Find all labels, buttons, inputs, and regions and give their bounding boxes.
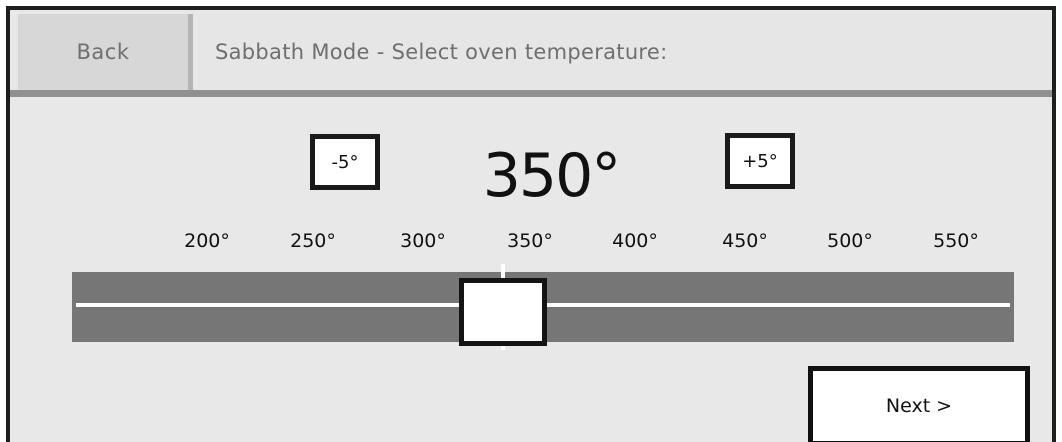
tick-label: 300°	[400, 230, 446, 252]
header-bar: Back Sabbath Mode - Select oven temperat…	[18, 14, 1052, 90]
slider-thumb[interactable]	[459, 278, 547, 346]
next-button[interactable]: Next >	[808, 366, 1030, 442]
tick-label: 500°	[827, 230, 873, 252]
tick-label: 450°	[722, 230, 768, 252]
tick-label: 550°	[933, 230, 979, 252]
temperature-slider[interactable]	[72, 264, 1014, 350]
back-button[interactable]: Back	[18, 14, 193, 90]
temperature-scale: 200° 250° 300° 350° 400° 450° 500° 550°	[10, 230, 1052, 260]
tick-label: 250°	[290, 230, 336, 252]
tick-label: 350°	[507, 230, 553, 252]
temperature-display: 350°	[482, 141, 622, 211]
increase-5-button[interactable]: +5°	[725, 133, 795, 189]
page-title: Sabbath Mode - Select oven temperature:	[215, 40, 668, 64]
tick-label: 400°	[612, 230, 658, 252]
header-divider	[10, 90, 1052, 97]
oven-screen: Back Sabbath Mode - Select oven temperat…	[6, 6, 1056, 442]
decrease-5-button[interactable]: -5°	[310, 134, 380, 190]
tick-label: 200°	[184, 230, 230, 252]
